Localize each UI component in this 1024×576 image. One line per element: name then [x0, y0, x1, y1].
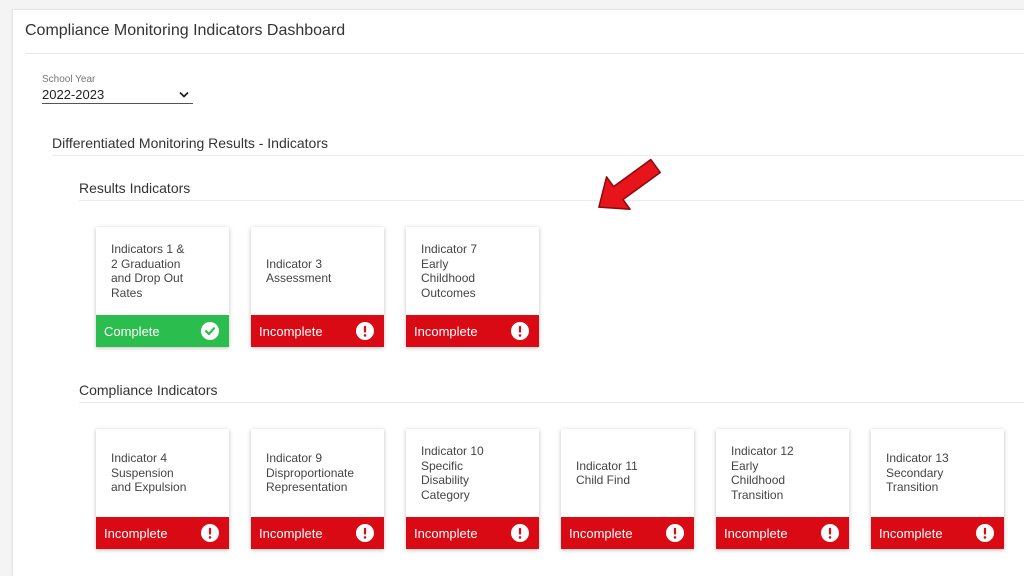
- indicator-card-body: Indicators 1 & 2 Graduation and Drop Out…: [96, 227, 229, 315]
- school-year-select[interactable]: 2022-2023: [42, 85, 193, 104]
- results-indicators-title: Results Indicators: [79, 180, 191, 196]
- status-bar: Incomplete: [716, 517, 849, 549]
- results-divider: [79, 200, 1024, 201]
- status-label: Incomplete: [879, 525, 943, 541]
- indicator-name: Indicator 13 Secondary Transition: [886, 451, 949, 495]
- indicator-card-body: Indicator 13 Secondary Transition: [871, 429, 1004, 517]
- section-divider: [52, 155, 1024, 156]
- status-bar: Incomplete: [251, 517, 384, 549]
- status-bar: Incomplete: [406, 315, 539, 347]
- indicator-card[interactable]: Indicator 13 Secondary Transition Incompl…: [871, 429, 1004, 549]
- indicator-card-body: Indicator 10 Specific Disability Categor…: [406, 429, 539, 517]
- indicator-name: Indicator 9 Disproportionate Representat…: [266, 451, 355, 495]
- indicator-name: Indicator 7 Early Childhood Outcomes: [421, 242, 478, 300]
- indicator-card[interactable]: Indicator 12 Early Childhood Transition I…: [716, 429, 849, 549]
- indicator-card[interactable]: Indicator 3 Assessment Incomplete: [251, 227, 384, 347]
- indicator-card-body: Indicator 9 Disproportionate Representat…: [251, 429, 384, 517]
- status-label: Incomplete: [414, 323, 478, 339]
- indicator-name: Indicator 3 Assessment: [266, 256, 332, 286]
- chevron-down-icon: [179, 91, 189, 98]
- exclamation-circle-icon: [511, 524, 529, 542]
- indicator-card-body: Indicator 3 Assessment: [251, 227, 384, 315]
- section-title: Differentiated Monitoring Results - Indi…: [52, 135, 328, 151]
- checkmark-circle-icon: [201, 322, 219, 340]
- status-bar: Incomplete: [96, 517, 229, 549]
- indicator-name: Indicator 4 Suspension and Expulsion: [111, 451, 187, 495]
- status-bar: Complete: [96, 315, 229, 347]
- indicator-card[interactable]: Indicators 1 & 2 Graduation and Drop Out…: [96, 227, 229, 347]
- exclamation-circle-icon: [356, 322, 374, 340]
- indicator-card-body: Indicator 11 Child Find: [561, 429, 694, 517]
- title-divider: [25, 53, 1024, 54]
- school-year-value: 2022-2023: [42, 86, 105, 102]
- status-label: Incomplete: [259, 525, 323, 541]
- status-label: Incomplete: [414, 525, 478, 541]
- compliance-divider: [79, 402, 1024, 403]
- exclamation-circle-icon: [976, 524, 994, 542]
- status-label: Incomplete: [104, 525, 168, 541]
- compliance-indicators-title: Compliance Indicators: [79, 382, 218, 398]
- indicator-card-body: Indicator 4 Suspension and Expulsion: [96, 429, 229, 517]
- indicator-name: Indicator 10 Specific Disability Categor…: [421, 444, 484, 502]
- status-label: Incomplete: [259, 323, 323, 339]
- indicator-card[interactable]: Indicator 4 Suspension and Expulsion Inco…: [96, 429, 229, 549]
- red-arrow-icon: [598, 158, 661, 210]
- status-label: Complete: [104, 323, 160, 339]
- indicator-card[interactable]: Indicator 9 Disproportionate Representat…: [251, 429, 384, 549]
- status-bar: Incomplete: [251, 315, 384, 347]
- indicator-card[interactable]: Indicator 7 Early Childhood Outcomes Inco…: [406, 227, 539, 347]
- school-year-label: School Year: [42, 74, 96, 85]
- status-label: Incomplete: [569, 525, 633, 541]
- exclamation-circle-icon: [201, 524, 219, 542]
- exclamation-circle-icon: [666, 524, 684, 542]
- exclamation-circle-icon: [511, 322, 529, 340]
- exclamation-circle-icon: [821, 524, 839, 542]
- indicator-name: Indicator 12 Early Childhood Transition: [731, 444, 794, 502]
- status-bar: Incomplete: [406, 517, 539, 549]
- status-bar: Incomplete: [871, 517, 1004, 549]
- status-bar: Incomplete: [561, 517, 694, 549]
- dashboard-panel: Compliance Monitoring Indicators Dashboa…: [12, 9, 1024, 576]
- indicator-card-body: Indicator 12 Early Childhood Transition: [716, 429, 849, 517]
- indicator-card-body: Indicator 7 Early Childhood Outcomes: [406, 227, 539, 315]
- indicator-card[interactable]: Indicator 10 Specific Disability Categor…: [406, 429, 539, 549]
- exclamation-circle-icon: [356, 524, 374, 542]
- indicator-name: Indicator 11 Child Find: [576, 458, 638, 488]
- indicator-card[interactable]: Indicator 11 Child Find Incomplete: [561, 429, 694, 549]
- indicator-name: Indicators 1 & 2 Graduation and Drop Out…: [111, 242, 185, 300]
- status-label: Incomplete: [724, 525, 788, 541]
- page-title: Compliance Monitoring Indicators Dashboa…: [25, 22, 346, 39]
